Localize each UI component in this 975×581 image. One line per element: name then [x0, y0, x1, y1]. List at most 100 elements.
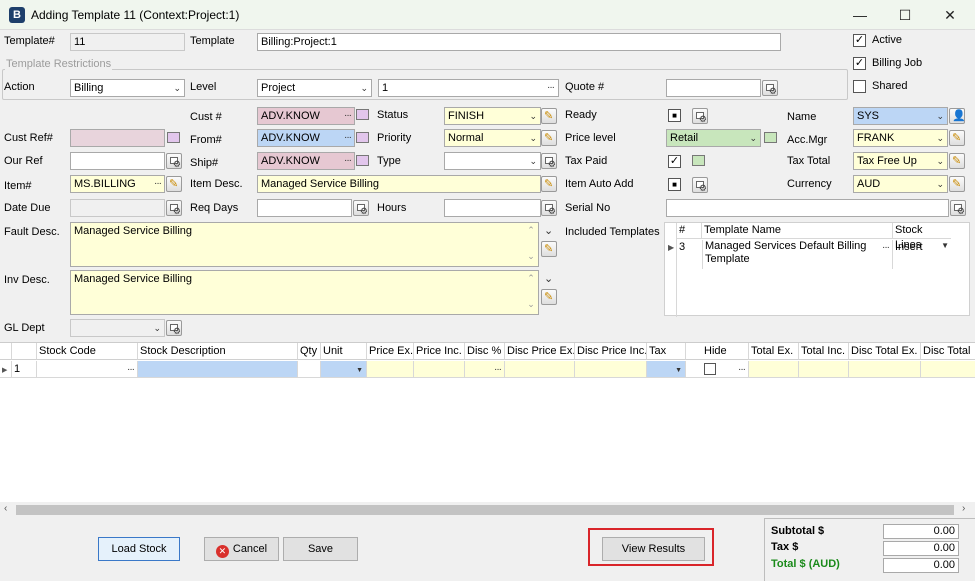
save-button[interactable]: Save	[283, 537, 358, 561]
level-dropdown[interactable]: Project ⌄	[257, 79, 372, 97]
grid-header-hide[interactable]: Hide	[686, 343, 749, 360]
ellipsis-icon[interactable]: ···	[154, 176, 162, 192]
from-color-swatch[interactable]	[356, 132, 369, 143]
grid-cell-stock-description[interactable]	[138, 361, 298, 378]
maximize-button[interactable]: ☐	[882, 0, 928, 30]
ship-color-swatch[interactable]	[356, 155, 369, 166]
chevron-down-icon[interactable]: ⌄	[544, 272, 553, 285]
grid-horizontal-scrollbar[interactable]: ‹ ›	[0, 502, 975, 518]
req-days-input[interactable]	[257, 199, 352, 217]
included-header-stock[interactable]: Stock Lines	[893, 223, 951, 251]
cust-ref-input[interactable]	[70, 129, 165, 147]
included-header-num[interactable]: #	[677, 223, 702, 239]
grid-cell-disc-price-ex[interactable]	[505, 361, 575, 378]
chevron-up-icon[interactable]: ⌃	[524, 273, 538, 284]
grid-cell-disc-pct[interactable]: ···	[465, 361, 505, 378]
billing-job-checkbox[interactable]: ✓	[853, 57, 866, 70]
hide-checkbox[interactable]	[704, 363, 716, 375]
quote-input[interactable]	[666, 79, 761, 97]
ellipsis-icon[interactable]: ···	[738, 361, 746, 378]
scrollbar-thumb[interactable]	[16, 505, 954, 515]
close-button[interactable]: ✕	[927, 0, 973, 30]
chevron-down-icon[interactable]: ⌄	[544, 224, 553, 237]
ready-checkbox[interactable]: ■	[668, 109, 681, 122]
chevron-up-icon[interactable]: ⌃	[524, 225, 538, 236]
item-desc-input[interactable]: Managed Service Billing	[257, 175, 541, 193]
serial-no-input[interactable]	[666, 199, 949, 217]
our-ref-input[interactable]	[70, 152, 165, 170]
acc-mgr-edit-button[interactable]: ✎	[949, 130, 965, 146]
ellipsis-icon[interactable]: ···	[344, 130, 352, 146]
grid-header-price-inc[interactable]: Price Inc.	[414, 343, 465, 360]
currency-edit-button[interactable]: ✎	[949, 176, 965, 192]
grid-header-stock-description[interactable]: Stock Description	[138, 343, 298, 360]
grid-cell-price-ex[interactable]	[367, 361, 414, 378]
grid-header-disc-total[interactable]: Disc Total	[921, 343, 975, 360]
load-stock-button[interactable]: Load Stock	[98, 537, 180, 561]
grid-header-tax[interactable]: Tax	[647, 343, 686, 360]
grid-cell-disc-total-ex[interactable]	[849, 361, 921, 378]
grid-cell-stock-code[interactable]: ···	[37, 361, 138, 378]
included-row-name[interactable]: Managed Services Default Billing Templat…	[702, 240, 893, 269]
grid-header-disc-total-ex[interactable]: Disc Total Ex.	[849, 343, 921, 360]
cancel-button[interactable]: ✕ Cancel	[204, 537, 279, 561]
grid-cell-hide[interactable]: ···	[686, 361, 749, 378]
fault-desc-edit-button[interactable]: ✎	[541, 241, 557, 257]
template-name-input[interactable]: Billing:Project:1	[257, 33, 781, 51]
price-level-color-swatch[interactable]	[764, 132, 777, 143]
cust-color-swatch[interactable]	[356, 109, 369, 120]
grid-cell-disc-total[interactable]	[921, 361, 975, 378]
gl-dept-lookup-button[interactable]: ⚙	[166, 320, 182, 336]
active-checkbox[interactable]: ✓	[853, 34, 866, 47]
hours-input[interactable]	[444, 199, 541, 217]
serial-no-lookup-button[interactable]: ⚙	[950, 200, 966, 216]
action-dropdown[interactable]: Billing ⌄	[70, 79, 185, 97]
ready-settings-button[interactable]: ⚙	[692, 108, 708, 124]
item-auto-add-settings-button[interactable]: ⚙	[692, 177, 708, 193]
grid-cell-total-ex[interactable]	[749, 361, 799, 378]
grid-cell-total-inc[interactable]	[799, 361, 849, 378]
cust-input[interactable]: ADV.KNOW ···	[257, 107, 355, 125]
priority-dropdown[interactable]: Normal ⌄	[444, 129, 541, 147]
scroll-left-icon[interactable]: ‹	[4, 503, 7, 514]
included-row-stock[interactable]: Insert ▼	[895, 241, 951, 253]
item-auto-add-checkbox[interactable]: ■	[668, 178, 681, 191]
grid-header-total-inc[interactable]: Total Inc.	[799, 343, 849, 360]
ship-input[interactable]: ADV.KNOW ···	[257, 152, 355, 170]
grid-cell-unit[interactable]: ▼	[321, 361, 367, 378]
price-level-dropdown[interactable]: Retail ⌄	[666, 129, 761, 147]
grid-header-disc-price-inc[interactable]: Disc Price Inc.	[575, 343, 647, 360]
tax-total-dropdown[interactable]: Tax Free Up ⌄	[853, 152, 948, 170]
from-input[interactable]: ADV.KNOW ···	[257, 129, 355, 147]
req-days-lookup-button[interactable]: ⚙	[353, 200, 369, 216]
hours-lookup-button[interactable]: ⚙	[541, 200, 557, 216]
fault-desc-textarea[interactable]: Managed Service Billing ⌃ ⌄	[70, 222, 539, 267]
grid-header-stock-code[interactable]: Stock Code	[37, 343, 138, 360]
tax-paid-color-swatch[interactable]	[692, 155, 705, 166]
status-dropdown[interactable]: FINISH ⌄	[444, 107, 541, 125]
name-dropdown[interactable]: SYS ⌄	[853, 107, 948, 125]
grid-header-disc-price-ex[interactable]: Disc Price Ex.	[505, 343, 575, 360]
inv-desc-textarea[interactable]: Managed Service Billing ⌃ ⌄	[70, 270, 539, 315]
ellipsis-icon[interactable]: ···	[344, 153, 352, 169]
quote-lookup-button[interactable]: ⚙	[762, 80, 778, 96]
grid-cell-disc-price-inc[interactable]	[575, 361, 647, 378]
ellipsis-icon[interactable]: ···	[127, 361, 135, 378]
chevron-down-icon[interactable]: ⌄	[524, 299, 538, 310]
grid-header-total-ex[interactable]: Total Ex.	[749, 343, 799, 360]
grid-header-qty[interactable]: Qty	[298, 343, 321, 360]
grid-cell-qty[interactable]	[298, 361, 321, 378]
ellipsis-icon[interactable]: ···	[344, 108, 352, 124]
item-desc-edit-button[interactable]: ✎	[541, 176, 557, 192]
our-ref-lookup-button[interactable]: ⚙	[166, 153, 182, 169]
tax-total-edit-button[interactable]: ✎	[949, 153, 965, 169]
shared-checkbox[interactable]	[853, 80, 866, 93]
ellipsis-icon[interactable]: ···	[494, 361, 502, 378]
acc-mgr-dropdown[interactable]: FRANK ⌄	[853, 129, 948, 147]
name-user-button[interactable]: 👤	[949, 108, 966, 124]
inv-desc-edit-button[interactable]: ✎	[541, 289, 557, 305]
date-due-lookup-button[interactable]: ⚙	[166, 200, 182, 216]
type-settings-button[interactable]: ⚙	[541, 153, 557, 169]
scroll-right-icon[interactable]: ›	[962, 503, 965, 514]
priority-edit-button[interactable]: ✎	[541, 130, 557, 146]
